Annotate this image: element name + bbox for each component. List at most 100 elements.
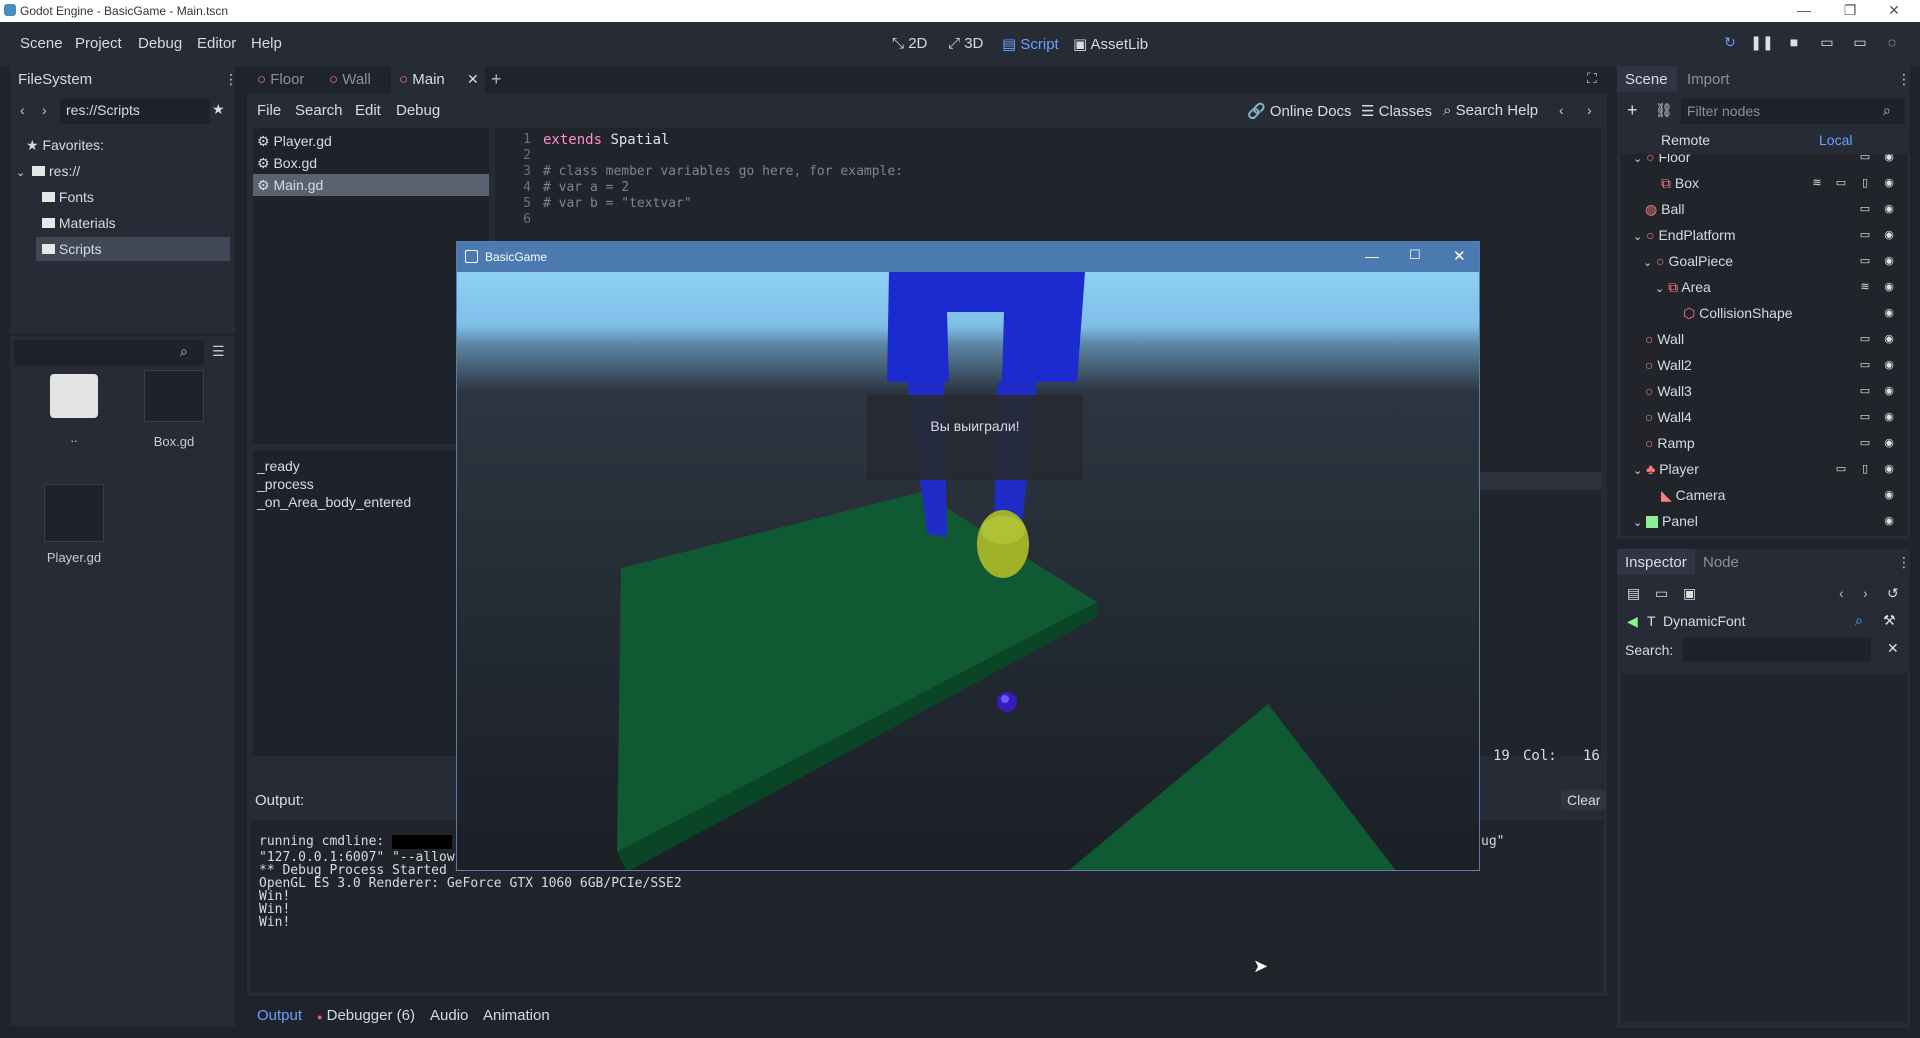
new-resource-icon[interactable]: ▤ [1627,585,1640,602]
node-wall3[interactable]: ○ Wall3 ▭ ◉ [1621,378,1901,404]
close-icon[interactable]: ✕ [467,71,479,88]
script-list-item[interactable]: ⚙ Player.gd [253,130,489,152]
script-list-item-selected[interactable]: ⚙ Main.gd [253,174,489,196]
eye-icon[interactable]: ◉ [1881,279,1897,295]
tree-item-fonts[interactable]: Fonts [10,185,230,209]
scene-instance-icon[interactable]: ▭ [1857,201,1873,217]
eye-icon[interactable]: ◉ [1881,357,1897,373]
reload-icon[interactable]: ↻ [1718,34,1742,54]
tab-node[interactable]: Node [1703,554,1739,571]
tools-icon[interactable]: ⚒ [1883,612,1896,629]
scene-instance-icon[interactable]: ▭ [1833,461,1849,477]
script-menu-file[interactable]: File [257,102,281,119]
signal-icon[interactable]: ≋ [1857,279,1873,295]
file-search-input[interactable] [14,340,204,366]
node-wall4[interactable]: ○ Wall4 ▭ ◉ [1621,404,1901,430]
tab-audio[interactable]: Audio [430,1007,468,1024]
classes-button[interactable]: ☰ Classes [1361,102,1432,120]
tab-animation[interactable]: Animation [483,1007,550,1024]
node-collisionshape[interactable]: ⬡ CollisionShape ◉ [1621,300,1901,326]
tab-scene[interactable]: Scene [1617,66,1677,92]
node-floor[interactable]: ⌄ ○ Floor ▭ ◉ [1621,154,1901,170]
eye-icon[interactable]: ◉ [1881,227,1897,243]
eye-icon[interactable]: ◉ [1881,383,1897,399]
tab-debugger[interactable]: ● Debugger (6) [317,1007,415,1024]
tab-wall[interactable]: ○ Wall [329,71,371,88]
prev-script-icon[interactable]: ‹ [1559,102,1564,118]
eye-icon[interactable]: ◉ [1881,175,1897,191]
script-icon[interactable]: ▯ [1857,175,1873,191]
node-goalpiece[interactable]: ⌄ ○ GoalPiece ▭ ◉ [1621,248,1901,274]
menu-scene[interactable]: Scene [20,35,63,52]
tree-item-res[interactable]: ⌄ res:// [10,159,230,183]
eye-icon[interactable]: ◉ [1881,513,1897,529]
script-icon[interactable]: ▯ [1857,461,1873,477]
play-scene-icon[interactable]: ▭ [1815,34,1839,54]
file-grid-item-player[interactable]: Player.gd [34,484,114,565]
remote-toggle[interactable]: Remote [1661,132,1710,148]
minimize-icon[interactable]: — [1365,248,1379,264]
scene-instance-icon[interactable]: ▭ [1833,175,1849,191]
os-close-button[interactable]: ✕ [1874,2,1914,19]
scene-instance-icon[interactable]: ▭ [1857,227,1873,243]
eye-icon[interactable]: ◉ [1881,253,1897,269]
forward-arrow-icon[interactable]: › [42,102,47,118]
tab-import[interactable]: Import [1687,71,1730,88]
tree-item-materials[interactable]: Materials [10,211,230,235]
close-icon[interactable]: ✕ [1887,640,1899,657]
eye-icon[interactable]: ◉ [1881,435,1897,451]
dock-menu-icon[interactable]: ⋮ [1897,71,1911,88]
mode-assetlib-button[interactable]: ▣ AssetLib [1073,35,1148,53]
local-toggle[interactable]: Local [1819,132,1852,148]
method-item[interactable]: _ready [257,458,300,474]
script-list-item[interactable]: ⚙ Box.gd [253,152,489,174]
eye-icon[interactable]: ◉ [1881,409,1897,425]
list-view-icon[interactable]: ☰ [212,343,225,360]
script-menu-edit[interactable]: Edit [355,102,381,119]
node-ball[interactable]: ◍ Ball ▭ ◉ [1621,196,1901,222]
save-icon[interactable]: ▣ [1683,585,1696,602]
game-window-titlebar[interactable]: BasicGame — ☐ ✕ [457,242,1479,272]
star-icon[interactable]: ★ [212,101,225,118]
open-folder-icon[interactable]: ▭ [1655,585,1668,602]
dock-menu-icon[interactable]: ⋮ [1897,554,1911,571]
tab-output[interactable]: Output [257,1007,302,1024]
search-icon[interactable]: ⌕ [1855,612,1863,629]
scene-instance-icon[interactable]: ▭ [1857,331,1873,347]
path-field[interactable]: res://Scripts [60,98,210,124]
scene-instance-icon[interactable]: ▭ [1857,383,1873,399]
node-ramp[interactable]: ○ Ramp ▭ ◉ [1621,430,1901,456]
close-icon[interactable]: ✕ [1453,247,1466,265]
history-icon[interactable]: ↺ [1887,585,1899,602]
os-maximize-button[interactable]: ❐ [1830,2,1870,19]
node-wall[interactable]: ○ Wall ▭ ◉ [1621,326,1901,352]
script-menu-search[interactable]: Search [295,102,343,119]
signal-icon[interactable]: ≋ [1809,175,1825,191]
mode-2d-button[interactable]: ⤡ 2D [892,35,927,52]
scene-instance-icon[interactable]: ▭ [1857,253,1873,269]
node-area[interactable]: ⌄ ⧉ Area ≋ ◉ [1621,274,1901,300]
filesystem-tab[interactable]: FileSystem [18,71,92,88]
eye-icon[interactable]: ◉ [1881,461,1897,477]
scene-instance-icon[interactable]: ▭ [1857,357,1873,373]
clear-button[interactable]: Clear [1561,790,1607,810]
game-viewport[interactable] [457,272,1480,871]
resource-name[interactable]: DynamicFont [1663,613,1745,629]
scene-instance-icon[interactable]: ▭ [1857,409,1873,425]
eye-icon[interactable]: ◉ [1881,487,1897,503]
node-panel[interactable]: ⌄ Panel ◉ [1621,508,1901,534]
forward-arrow-icon[interactable]: › [1863,585,1868,601]
tree-item-scripts[interactable]: Scripts [36,237,230,261]
tab-inspector[interactable]: Inspector [1617,549,1695,575]
menu-help[interactable]: Help [251,35,282,52]
back-arrow-icon[interactable]: ‹ [1839,585,1844,601]
node-player[interactable]: ⌄ ♣ Player ▭ ▯ ◉ [1621,456,1901,482]
fullscreen-icon[interactable]: ⛶ [1587,70,1597,87]
favorites-row[interactable]: ★ Favorites: [10,133,230,157]
mode-script-button[interactable]: ▤ Script [1002,35,1059,53]
play-custom-scene-icon[interactable]: ▭ [1848,34,1872,54]
eye-icon[interactable]: ◉ [1881,305,1897,321]
link-icon[interactable]: ⛓ [1655,102,1673,119]
add-node-icon[interactable]: + [1627,100,1638,121]
maximize-icon[interactable]: ☐ [1409,247,1421,263]
